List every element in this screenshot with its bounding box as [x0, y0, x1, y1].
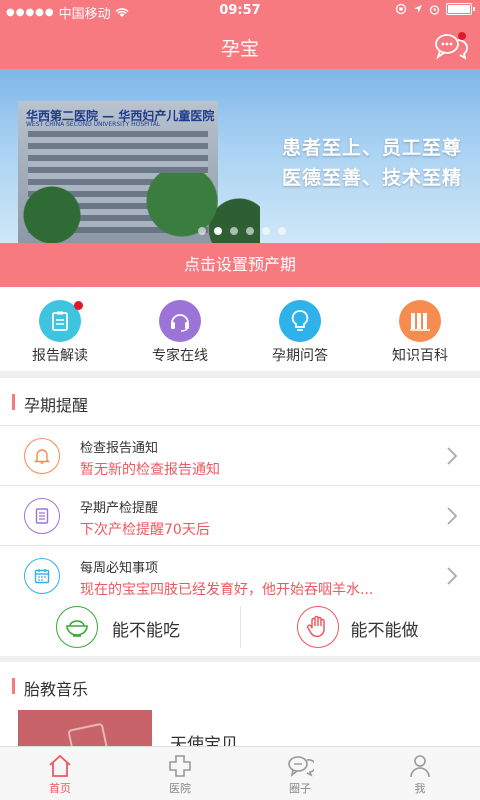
status-bar: ●●●●● 中国移动 09:57	[0, 0, 480, 22]
reminder-title: 检查报告通知	[80, 441, 159, 456]
quick-entry-label: 知识百科	[392, 348, 448, 364]
pager-dot[interactable]	[198, 227, 206, 235]
banner-slogan-line2: 医德至善、技术至精	[281, 167, 462, 189]
hospital-sign-en: WEST CHINA SECOND UNIVERSITY HOSPITAL	[26, 121, 161, 128]
page-title: 孕宝	[220, 38, 259, 60]
hospital-cross-icon	[169, 755, 191, 777]
rice-bowl-icon	[66, 620, 88, 637]
quick-entry-expert[interactable]: 专家在线	[120, 287, 240, 371]
user-icon	[410, 755, 430, 778]
chevron-right-icon	[447, 567, 458, 585]
chevron-right-icon	[447, 447, 458, 465]
quick-entry-grid: 报告解读 专家在线 孕期问答 知识百科	[0, 287, 480, 371]
tab-label: 医院	[169, 782, 191, 795]
quick-entry-label: 专家在线	[152, 348, 208, 364]
section-title: 孕期提醒	[24, 396, 89, 415]
checklist-icon	[35, 508, 49, 524]
pager-dot[interactable]	[278, 227, 286, 235]
tab-community[interactable]: 圈子	[240, 747, 360, 800]
chevron-right-icon	[447, 507, 458, 525]
report-clipboard-icon	[52, 311, 68, 331]
pregnancy-reminders-section: 孕期提醒 检查报告通知 暂无新的检查报告通知 孕期产检提醒 下次产检提醒70天后…	[0, 378, 480, 606]
hand-stop-icon	[306, 615, 325, 638]
reminder-checkup[interactable]: 孕期产检提醒 下次产检提醒70天后	[0, 486, 480, 546]
location-icon	[414, 5, 422, 13]
banner-pager	[198, 227, 286, 235]
quick-entry-qa[interactable]: 孕期问答	[240, 287, 360, 371]
tab-bar: 首页 医院 圈子 我	[0, 746, 480, 800]
hospital-banner[interactable]: 华西第二医院 — 华西妇产儿童医院 WEST CHINA SECOND UNIV…	[0, 69, 480, 243]
prenatal-music-section: 胎教音乐 天使宝贝	[0, 662, 480, 760]
tab-me[interactable]: 我	[360, 747, 480, 800]
nav-bar: 孕宝	[0, 22, 480, 69]
reminder-subtitle: 现在的宝宝四肢已经发育好，他开始吞咽羊水...	[80, 582, 374, 598]
lightbulb-icon	[291, 310, 309, 331]
quick-entry-report[interactable]: 报告解读	[0, 287, 120, 371]
reminder-subtitle: 暂无新的检查报告通知	[80, 462, 220, 478]
can-i-eat-label: 能不能吃	[112, 621, 180, 641]
pager-dot[interactable]	[230, 227, 238, 235]
home-icon	[49, 754, 71, 777]
chat-bubbles-icon	[288, 756, 314, 777]
alarm-icon	[429, 4, 440, 15]
reminder-title: 孕期产检提醒	[80, 501, 159, 516]
books-icon	[410, 313, 430, 331]
banner-slogan-line1: 患者至上、员工至尊	[281, 137, 462, 159]
can-i-eat-button[interactable]: 能不能吃	[0, 598, 240, 656]
quick-entry-label: 孕期问答	[272, 348, 328, 364]
reminder-title: 每周必知事项	[80, 561, 159, 576]
section-title: 胎教音乐	[24, 680, 89, 699]
can-i-do-label: 能不能做	[350, 621, 419, 641]
reminder-subtitle: 下次产检提醒70天后	[80, 522, 210, 538]
messages-button[interactable]	[434, 32, 468, 60]
tab-label: 首页	[49, 782, 71, 795]
pager-dot[interactable]	[246, 227, 254, 235]
reminder-report-notice[interactable]: 检查报告通知 暂无新的检查报告通知	[0, 426, 480, 486]
quick-entry-label: 报告解读	[32, 348, 88, 364]
tab-label: 我	[414, 782, 426, 795]
set-due-date-button[interactable]: 点击设置预产期	[0, 243, 480, 287]
eat-do-panel: 能不能吃 能不能做	[0, 598, 480, 656]
headset-icon	[171, 314, 189, 332]
orientation-lock-icon	[395, 3, 407, 15]
bell-icon	[33, 449, 51, 464]
pager-dot[interactable]	[262, 227, 270, 235]
reminder-weekly-tips[interactable]: 每周必知事项 现在的宝宝四肢已经发育好，他开始吞咽羊水...	[0, 546, 480, 606]
unread-badge	[458, 32, 466, 40]
pager-dot[interactable]	[214, 227, 222, 235]
battery-icon	[446, 3, 475, 15]
new-report-badge	[74, 301, 83, 310]
tab-label: 圈子	[289, 782, 311, 795]
can-i-do-button[interactable]: 能不能做	[241, 598, 480, 656]
calendar-icon	[34, 569, 50, 584]
quick-entry-encyclopedia[interactable]: 知识百科	[360, 287, 480, 371]
tab-home[interactable]: 首页	[0, 747, 120, 800]
tab-hospital[interactable]: 医院	[120, 747, 240, 800]
